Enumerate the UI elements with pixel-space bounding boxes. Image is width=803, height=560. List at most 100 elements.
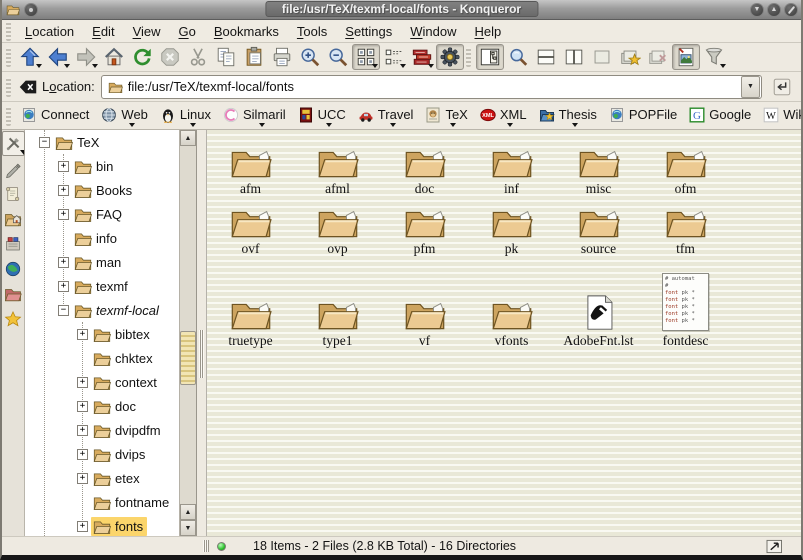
folder-pk[interactable]: pk	[468, 198, 555, 256]
tree-item-doc[interactable]: + doc	[25, 394, 179, 418]
tree-item-etex[interactable]: + etex	[25, 466, 179, 490]
sticky-button[interactable]	[24, 3, 38, 17]
close-tab-button[interactable]	[644, 44, 672, 70]
bookmark-tex[interactable]: TeX	[420, 105, 474, 127]
tree-expander-plus-icon[interactable]: +	[77, 401, 88, 412]
close-button[interactable]	[784, 3, 798, 17]
titlebar[interactable]: file:/usr/TeX/texmf-local/fonts - Konque…	[2, 0, 801, 20]
tree-item-content[interactable]: bin	[72, 157, 117, 176]
configure-panel-button[interactable]	[2, 131, 25, 156]
folder-afm[interactable]: afm	[207, 138, 294, 196]
tree-item-content[interactable]: doc	[91, 397, 140, 416]
tree-expander-plus-icon[interactable]: +	[77, 449, 88, 460]
tree-item-faq[interactable]: + FAQ	[25, 202, 179, 226]
tree-item-content[interactable]: dvipdfm	[91, 421, 165, 440]
split-view-top-bottom-button[interactable]	[532, 44, 560, 70]
window-icon[interactable]	[5, 3, 21, 17]
tree-item-content[interactable]: info	[72, 229, 121, 248]
zoom-out-button[interactable]	[324, 44, 352, 70]
view-filter-button[interactable]	[700, 44, 728, 70]
tree-item-content[interactable]: Books	[72, 181, 136, 200]
folder-afml[interactable]: afml	[294, 138, 381, 196]
menu-settings[interactable]: Settings	[336, 22, 401, 41]
icon-view-mode-button[interactable]	[352, 44, 380, 70]
folder-ovf[interactable]: ovf	[207, 198, 294, 256]
folder-type1[interactable]: type1	[294, 262, 381, 348]
bookmark-silmaril[interactable]: Silmaril	[218, 105, 293, 127]
tree-item-content[interactable]: fontname	[91, 493, 173, 512]
cut-button[interactable]	[184, 44, 212, 70]
menu-bookmarks[interactable]: Bookmarks	[205, 22, 288, 41]
folder-vf[interactable]: vf	[381, 262, 468, 348]
tree-item-info[interactable]: info	[25, 226, 179, 250]
folder-doc[interactable]: doc	[381, 138, 468, 196]
toolbar-grabber[interactable]	[466, 47, 471, 67]
toolbar-grabber[interactable]	[6, 77, 11, 97]
tree-expander-minus-icon[interactable]: −	[58, 305, 69, 316]
tree-expander-plus-icon[interactable]: +	[58, 281, 69, 292]
tree-item-content[interactable]: chktex	[91, 349, 157, 368]
tree-item-books[interactable]: + Books	[25, 178, 179, 202]
list-view-mode-button[interactable]	[380, 44, 408, 70]
tree-expander-minus-icon[interactable]: −	[39, 137, 50, 148]
tree-item-content[interactable]: TeX	[53, 133, 103, 152]
tree-item-content[interactable]: context	[91, 373, 161, 392]
scroll-up-button-bottom[interactable]: ▲	[180, 504, 196, 520]
toolbar-grabber[interactable]	[6, 106, 11, 126]
konqueror-gear-button[interactable]	[436, 44, 464, 70]
history-panel-button[interactable]	[2, 181, 25, 206]
forward-button[interactable]	[72, 44, 100, 70]
scrollbar-thumb[interactable]	[180, 331, 196, 385]
bookmark-popfile[interactable]: POPFile	[604, 105, 684, 127]
bookmark-xml[interactable]: XMLXML	[475, 105, 534, 127]
tree-item-content[interactable]: bibtex	[91, 325, 154, 344]
tree-scrollbar[interactable]: ▲ ▲ ▼	[179, 130, 196, 536]
menu-location[interactable]: Location	[16, 22, 83, 41]
statusbar-splitter-handle[interactable]	[203, 540, 209, 552]
tree-item-fonts[interactable]: + fonts	[25, 514, 179, 536]
folder-ovp[interactable]: ovp	[294, 198, 381, 256]
bookmarks-panel-button[interactable]	[2, 306, 25, 331]
print-button[interactable]	[268, 44, 296, 70]
tree-item-man[interactable]: + man	[25, 250, 179, 274]
folder-truetype[interactable]: truetype	[207, 262, 294, 348]
menu-tools[interactable]: Tools	[288, 22, 336, 41]
scroll-down-button[interactable]: ▼	[180, 520, 196, 536]
clear-location-button[interactable]	[16, 74, 40, 100]
stop-button[interactable]	[156, 44, 184, 70]
remove-active-view-button[interactable]	[588, 44, 616, 70]
copy-button[interactable]	[212, 44, 240, 70]
folder-tfm[interactable]: tfm	[642, 198, 729, 256]
folder-vfonts[interactable]: vfonts	[468, 262, 555, 348]
up-button[interactable]	[16, 44, 44, 70]
folder-pfm[interactable]: pfm	[381, 198, 468, 256]
services-panel-button[interactable]	[2, 231, 25, 256]
folder-icon-view[interactable]: afm afml doc inf misc ofm ovf ovp pfm pk…	[207, 130, 801, 536]
tree-item-content[interactable]: texmf-local	[72, 301, 163, 320]
tree-expander-plus-icon[interactable]: +	[58, 185, 69, 196]
maximize-button[interactable]: ▲	[767, 3, 781, 17]
show-navigation-panel-button[interactable]	[476, 44, 504, 70]
paste-button[interactable]	[240, 44, 268, 70]
tree-item-chktex[interactable]: chktex	[25, 346, 179, 370]
pencil-panel-button[interactable]	[2, 156, 25, 181]
tree-expander-plus-icon[interactable]: +	[77, 329, 88, 340]
root-directory-panel-button[interactable]	[2, 281, 25, 306]
tree-item-content[interactable]: fonts	[91, 517, 147, 536]
bookmark-linux[interactable]: Linux	[155, 105, 218, 127]
split-view-left-right-button[interactable]	[560, 44, 588, 70]
scroll-up-button[interactable]: ▲	[180, 130, 196, 146]
bookmark-web[interactable]: Web	[96, 105, 155, 127]
tree-item-bibtex[interactable]: + bibtex	[25, 322, 179, 346]
bookmark-wikipedia[interactable]: WWikipedia	[758, 105, 801, 127]
tree-item-fontname[interactable]: fontname	[25, 490, 179, 514]
toolbar-grabber[interactable]	[6, 21, 11, 41]
home-directory-panel-button[interactable]	[2, 206, 25, 231]
file-fontdesc[interactable]: # automat#font pk *font pk *font pk *fon…	[642, 262, 729, 348]
new-tab-button[interactable]	[616, 44, 644, 70]
location-dropdown-button[interactable]: ▼	[741, 76, 760, 98]
menu-view[interactable]: View	[124, 22, 170, 41]
tree-expander-plus-icon[interactable]: +	[77, 377, 88, 388]
bookmark-google[interactable]: GGoogle	[684, 105, 758, 127]
tree-expander-plus-icon[interactable]: +	[77, 425, 88, 436]
